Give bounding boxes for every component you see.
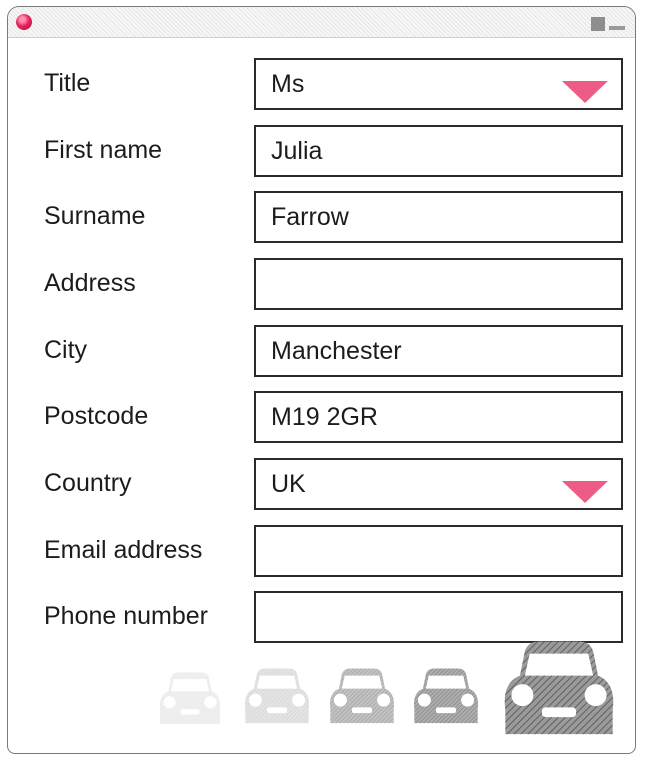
first-name-label: First name — [44, 136, 163, 164]
postcode-value: M19 2GR — [271, 403, 378, 431]
address-input[interactable] — [254, 258, 623, 310]
city-value: Manchester — [271, 337, 402, 365]
dropdown-triangle-icon[interactable] — [562, 481, 608, 503]
form-window: Title Ms First name Julia Surname Farrow… — [7, 6, 636, 754]
car-icon — [329, 668, 395, 724]
car-icon — [504, 641, 614, 735]
maximize-icon[interactable] — [591, 17, 605, 31]
first-name-input[interactable]: Julia — [254, 125, 623, 177]
title-select[interactable]: Ms — [254, 58, 623, 110]
postcode-label: Postcode — [44, 402, 149, 430]
surname-label: Surname — [44, 202, 146, 230]
close-dot-icon[interactable] — [16, 14, 32, 30]
first-name-value: Julia — [271, 137, 323, 165]
email-input[interactable] — [254, 525, 623, 577]
country-select[interactable]: UK — [254, 458, 623, 510]
title-select-value: Ms — [271, 70, 305, 98]
postcode-input[interactable]: M19 2GR — [254, 391, 623, 443]
car-icon — [244, 668, 310, 724]
phone-label: Phone number — [44, 602, 209, 630]
title-label: Title — [44, 69, 91, 97]
car-icon — [413, 668, 479, 724]
city-label: City — [44, 336, 88, 364]
country-select-value: UK — [271, 470, 306, 498]
surname-value: Farrow — [271, 203, 349, 231]
car-icon — [159, 672, 221, 725]
address-label: Address — [44, 269, 136, 297]
minimize-icon[interactable] — [609, 26, 625, 30]
city-input[interactable]: Manchester — [254, 325, 623, 377]
phone-input[interactable] — [254, 591, 623, 643]
title-bar — [8, 7, 635, 38]
dropdown-triangle-icon[interactable] — [562, 81, 608, 103]
surname-input[interactable]: Farrow — [254, 191, 623, 243]
country-label: Country — [44, 469, 132, 497]
email-label: Email address — [44, 536, 203, 564]
